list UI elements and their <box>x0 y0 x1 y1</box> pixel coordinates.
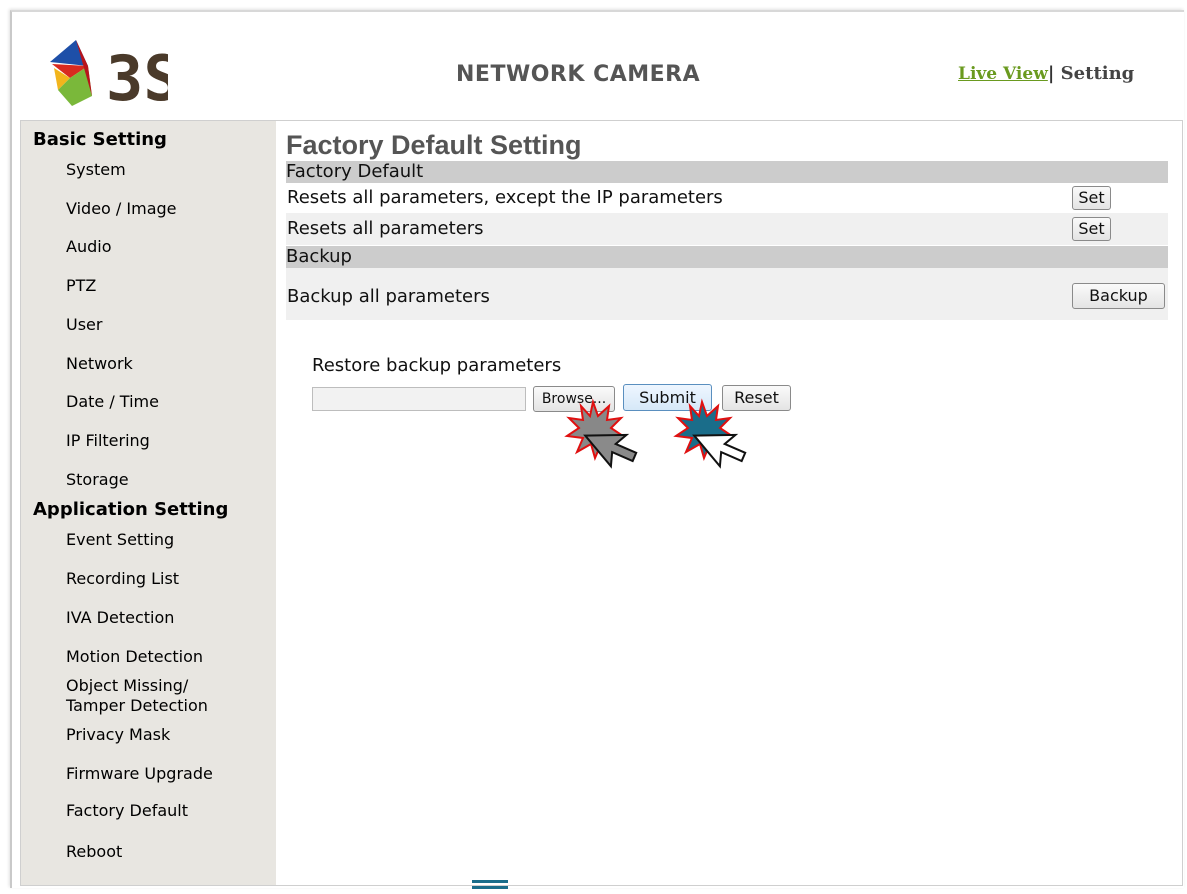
click-burst-browse-icon <box>563 398 653 488</box>
logo-text: 3S <box>106 42 168 108</box>
sidebar-item-system[interactable]: System <box>66 160 126 179</box>
click-burst-submit-icon <box>672 398 762 488</box>
sidebar-item-tamper-detection[interactable]: Tamper Detection <box>66 696 208 715</box>
row-reset-all: Resets all parameters <box>286 213 1168 245</box>
page-title: Factory Default Setting <box>286 130 582 160</box>
sidebar-item-ptz[interactable]: PTZ <box>66 276 96 295</box>
sidebar-item-privacy-mask[interactable]: Privacy Mask <box>66 725 170 744</box>
section-header-factory-default: Factory Default <box>286 161 1168 183</box>
row-reset-all-label: Resets all parameters <box>287 218 484 239</box>
app-title: NETWORK CAMERA <box>456 62 701 87</box>
row-reset-except-ip: Resets all parameters, except the IP par… <box>286 183 1168 213</box>
setting-nav-current[interactable]: Setting <box>1061 63 1135 84</box>
row-backup-all-label: Backup all parameters <box>287 286 490 307</box>
sidebar-item-date-time[interactable]: Date / Time <box>66 392 159 411</box>
sidebar-item-reboot[interactable]: Reboot <box>66 842 122 861</box>
set-reset-all-button[interactable]: Set <box>1072 217 1111 241</box>
sidebar-item-ip-filtering[interactable]: IP Filtering <box>66 431 150 450</box>
sidebar-item-audio[interactable]: Audio <box>66 237 111 256</box>
sidebar-item-network[interactable]: Network <box>66 354 133 373</box>
restore-file-input[interactable] <box>312 387 526 411</box>
live-view-link[interactable]: Live View <box>958 64 1048 84</box>
sidebar-item-firmware-upgrade[interactable]: Firmware Upgrade <box>66 764 213 783</box>
sidebar-item-user[interactable]: User <box>66 315 102 334</box>
sidebar-group-application: Application Setting <box>33 499 229 520</box>
backup-button[interactable]: Backup <box>1072 283 1165 309</box>
row-backup-all: Backup all parameters <box>286 268 1168 320</box>
sidebar-item-object-missing[interactable]: Object Missing/ <box>66 676 188 695</box>
brand-logo: 3S <box>48 36 181 115</box>
bottom-marker <box>472 875 508 889</box>
sidebar-item-recording-list[interactable]: Recording List <box>66 569 179 588</box>
sidebar-item-factory-default-current[interactable]: Factory Default <box>66 801 188 820</box>
sidebar-group-basic: Basic Setting <box>33 129 167 150</box>
sidebar-item-storage[interactable]: Storage <box>66 470 129 489</box>
sidebar-item-video-image[interactable]: Video / Image <box>66 199 177 218</box>
top-nav: Live View| Setting <box>958 63 1134 84</box>
section-header-backup: Backup <box>286 246 1168 268</box>
set-reset-except-ip-button[interactable]: Set <box>1072 186 1111 210</box>
row-reset-except-ip-label: Resets all parameters, except the IP par… <box>287 187 723 208</box>
nav-separator: | <box>1047 63 1055 84</box>
sidebar-item-motion-detection[interactable]: Motion Detection <box>66 647 203 666</box>
sidebar-item-iva-detection[interactable]: IVA Detection <box>66 608 174 627</box>
sidebar-item-event-setting[interactable]: Event Setting <box>66 530 174 549</box>
restore-backup-label: Restore backup parameters <box>312 355 562 376</box>
